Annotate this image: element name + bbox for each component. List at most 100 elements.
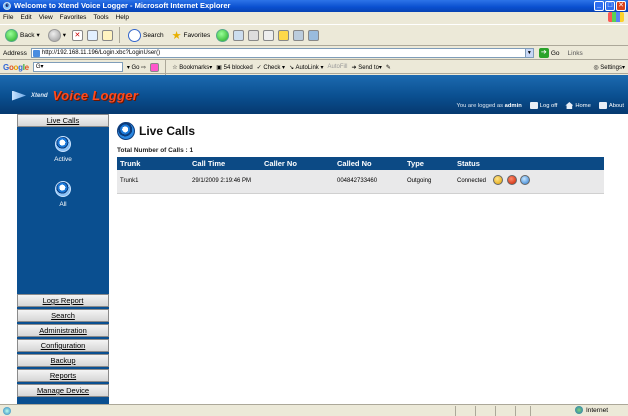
cell-type: Outgoing [404,170,454,194]
address-field[interactable]: http://192.168.11.196/Login.xbc?LoginUse… [30,48,526,58]
menu-favorites[interactable]: Favorites [60,12,87,23]
logo-brand: Voice Logger [52,88,139,103]
col-actions [490,157,604,170]
mode-all[interactable]: All [35,181,91,208]
favorites-button[interactable]: ★ Favorites [170,26,213,44]
autofill-button[interactable]: AutoFill [328,64,348,70]
page-done-icon [3,406,11,415]
window-title: Welcome to Xtend Voice Logger - Microsof… [14,1,231,10]
forward-button[interactable]: ▾ [46,26,68,44]
logo-brand-small: Xtend [31,92,48,99]
search-button[interactable]: Search [126,26,166,44]
back-button[interactable]: Back ▾ [3,26,42,44]
ie-icon: e [3,2,11,10]
listen-icon[interactable] [493,175,503,186]
google-go-button[interactable]: ▾ Go ⇨ [127,64,146,71]
sidebar-item-administration[interactable]: Administration [17,324,109,337]
sidebar-item-live-calls[interactable]: Live Calls [17,114,109,127]
send-to-button[interactable]: ➜ Send to▾ [352,64,382,71]
go-arrow-icon: ➔ [538,48,549,58]
col-called-no: Called No [334,157,404,170]
status-cell [475,405,495,416]
title-bar: e Welcome to Xtend Voice Logger - Micros… [0,0,628,12]
username: admin [504,102,522,109]
popup-blocked-button[interactable]: ▣ 54 blocked [216,64,252,71]
cell-trunk: Trunk1 [117,170,189,194]
menu-file[interactable]: File [3,12,13,23]
close-button[interactable]: ✕ [616,1,626,11]
app-header: Xtend Voice Logger You are logged as adm… [0,75,628,114]
media-icon[interactable] [216,28,230,42]
about-link[interactable]: About [598,102,624,109]
links-button[interactable]: Links [568,50,583,57]
back-arrow-icon [5,28,18,42]
page-title-text: Live Calls [139,124,196,138]
col-trunk: Trunk [117,157,189,170]
sidebar-item-manage-device[interactable]: Manage Device [17,384,109,397]
about-icon [598,102,607,109]
menu-help[interactable]: Help [116,12,129,23]
forward-arrow-icon [47,28,61,42]
discuss-icon[interactable] [293,29,305,41]
menu-edit[interactable]: Edit [20,12,31,23]
maximize-button[interactable]: □ [605,1,615,11]
log-off-link[interactable]: Log off [529,102,557,109]
autolink-button[interactable]: ↘ AutoLink ▾ [289,64,323,71]
sidebar-item-logs-report[interactable]: Logs Report [17,294,109,307]
print-icon[interactable] [248,29,260,41]
col-type: Type [404,157,454,170]
check-button[interactable]: ✓ Check ▾ [257,64,285,71]
sidebar: Live Calls Active All Logs Report Search… [17,114,109,404]
logged-in-text: You are logged as admin [456,102,522,109]
menu-view[interactable]: View [39,12,53,23]
browser-window: e Welcome to Xtend Voice Logger - Micros… [0,0,628,416]
mode-all-label: All [59,201,67,208]
history-icon[interactable] [233,29,245,41]
messenger-icon[interactable] [308,29,320,41]
google-search-input[interactable]: G▾ [32,62,123,72]
address-label: Address [3,49,27,57]
folder-icon[interactable] [278,29,290,41]
go-button[interactable]: ➔ Go [538,48,560,58]
cell-caller-no [261,170,334,194]
total-calls: Total Number of Calls : 1 [117,147,607,154]
total-calls-value: 1 [189,147,194,154]
highlighter-icon[interactable]: ✎ [386,64,391,71]
favorites-label: Favorites [183,31,211,39]
status-cell [455,405,475,416]
sidebar-item-backup[interactable]: Backup [17,354,109,367]
pagerank-icon[interactable] [150,62,160,72]
minimize-button[interactable]: _ [594,1,604,11]
cell-call-time: 29/1/2009 2:19:46 PM [189,170,261,194]
logo-arrow-icon [12,90,26,101]
settings-button[interactable]: ◎ Settings▾ [593,64,628,71]
sidebar-item-search[interactable]: Search [17,309,109,322]
address-dropdown[interactable]: ▼ [524,48,534,58]
zone-label: Internet [585,406,608,414]
edit-icon[interactable] [263,29,275,41]
app-logo: Xtend Voice Logger [12,88,138,103]
sidebar-item-reports[interactable]: Reports [17,369,109,382]
all-calls-icon [55,181,71,197]
menu-tools[interactable]: Tools [93,12,108,23]
back-label: Back [20,31,35,39]
disconnect-icon[interactable] [506,175,517,186]
refresh-icon[interactable] [86,29,98,41]
google-toolbar: Google G▾ ▾ Go ⇨ ☆ Bookmarks▾ ▣ 54 block… [0,59,628,75]
home-link[interactable]: Home [565,102,591,109]
search-label: Search [142,31,164,39]
search-icon [127,28,141,42]
star-icon: ★ [171,29,182,42]
address-bar: Address http://192.168.11.196/Login.xbc?… [0,47,628,60]
bookmarks-button[interactable]: ☆ Bookmarks▾ [172,64,212,71]
log-off-icon [529,102,538,109]
mode-active-label: Active [54,156,72,163]
go-label: Go [550,49,560,57]
record-icon[interactable] [520,175,531,186]
status-cell [495,405,515,416]
sidebar-item-configuration[interactable]: Configuration [17,339,109,352]
home-icon[interactable] [101,29,113,41]
mode-active[interactable]: Active [35,136,91,163]
table-row[interactable]: Trunk1 29/1/2009 2:19:46 PM 004842733460… [117,170,604,194]
stop-icon[interactable]: ✕ [71,29,83,41]
